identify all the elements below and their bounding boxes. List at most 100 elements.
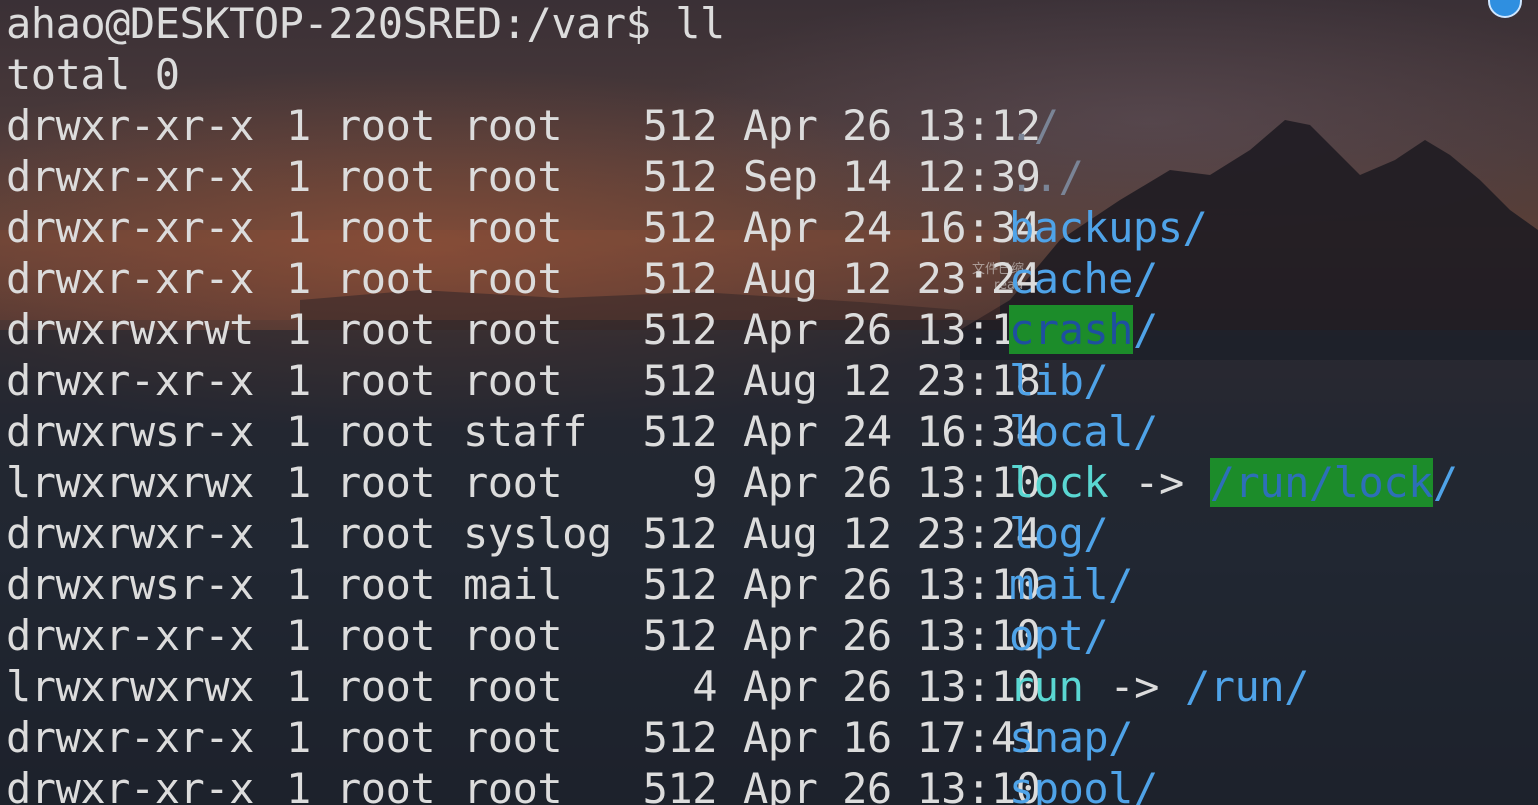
group: root [463, 764, 563, 805]
size: 4 [692, 662, 717, 711]
directory-name: opt [1009, 611, 1084, 660]
link-count: 1 [286, 662, 311, 711]
symlink-target: /run/lock [1209, 458, 1433, 507]
modified-date: Sep 14 12:39 [743, 152, 1041, 201]
permissions: drwxrwsr-x [6, 560, 254, 609]
permissions: drwxr-xr-x [6, 152, 254, 201]
modified-date: Apr 24 16:34 [743, 203, 1041, 252]
link-count: 1 [286, 203, 311, 252]
dir-suffix: / [1108, 713, 1133, 762]
dir-suffix: / [1432, 458, 1458, 507]
symlink-arrow: -> [1109, 662, 1159, 711]
owner: root [336, 203, 436, 252]
listing-row: drwxrwsr-x 1 root mail 512 Apr 26 13:10mail/ [6, 559, 1458, 610]
listing-row: lrwxrwxrwx 1 root root 4 Apr 26 13:10run -> /ru… [6, 661, 1458, 712]
permissions: drwxrwxrwt [6, 305, 254, 354]
symlink-name: lock [1009, 458, 1109, 507]
directory-name: mail [1009, 560, 1109, 609]
permissions: drwxr-xr-x [6, 611, 254, 660]
listing-row: drwxr-xr-x 1 root root 512 Apr 26 13:10opt/ [6, 610, 1458, 661]
permissions: lrwxrwxrwx [6, 662, 254, 711]
listing-row: lrwxrwxrwx 1 root root 9 Apr 26 13:10lock -> /r… [6, 457, 1458, 508]
group: mail [463, 560, 563, 609]
modified-date: Apr 24 16:34 [743, 407, 1041, 456]
modified-date: Apr 26 13:10 [743, 458, 1041, 507]
symlink-name: run [1009, 662, 1084, 711]
size: 512 [642, 713, 718, 762]
relative-path: ./ [1009, 101, 1059, 150]
group: root [463, 101, 563, 150]
listing-row: drwxr-xr-x 1 root root 512 Apr 26 13:10spool/ [6, 763, 1458, 805]
group: root [463, 611, 563, 660]
listing-row: drwxr-xr-x 1 root root 512 Apr 16 17:41snap/ [6, 712, 1458, 763]
total-count: total 0 [6, 50, 180, 99]
link-count: 1 [286, 611, 311, 660]
group: root [463, 356, 563, 405]
relative-path: ../ [1009, 152, 1084, 201]
permissions: drwxr-xr-x [6, 764, 254, 805]
owner: root [336, 509, 436, 558]
modified-date: Aug 12 23:24 [743, 254, 1041, 303]
modified-date: Apr 26 13:12 [743, 101, 1041, 150]
entry-name: lock -> /run/lock/ [1009, 457, 1458, 508]
size: 512 [642, 407, 718, 456]
group: staff [463, 407, 587, 456]
owner: root [336, 560, 436, 609]
group: root [463, 152, 563, 201]
permissions: lrwxrwxrwx [6, 458, 254, 507]
directory-name: log [1009, 509, 1084, 558]
size: 512 [642, 203, 718, 252]
link-count: 1 [286, 101, 311, 150]
modified-date: Aug 12 23:18 [743, 356, 1041, 405]
size: 512 [642, 152, 718, 201]
dir-suffix: / [1083, 611, 1109, 660]
dir-suffix: / [1132, 764, 1158, 805]
group: root [463, 662, 563, 711]
owner: root [336, 611, 436, 660]
group: root [463, 254, 563, 303]
permissions: drwxr-xr-x [6, 254, 254, 303]
prompt-line[interactable]: ahao@DESKTOP-220SRED:/var$ ll [6, 0, 1458, 49]
listing-row: drwxrwxr-x 1 root syslog 512 Aug 12 23:24log/ [6, 508, 1458, 559]
owner: root [336, 764, 436, 805]
entry-name: backups/ [1009, 202, 1208, 253]
link-count: 1 [286, 509, 311, 558]
permissions: drwxr-xr-x [6, 203, 254, 252]
link-count: 1 [286, 356, 311, 405]
owner: root [336, 458, 436, 507]
dir-suffix: / [1108, 560, 1133, 609]
permissions: drwxrwxr-x [6, 509, 254, 558]
permissions: drwxr-xr-x [6, 356, 254, 405]
total-line: total 0 [6, 49, 1458, 100]
directory-name: lib [1009, 356, 1084, 405]
listing-row: drwxr-xr-x 1 root root 512 Apr 26 13:12./ [6, 100, 1458, 151]
owner: root [336, 101, 436, 150]
link-count: 1 [286, 764, 311, 805]
link-count: 1 [286, 407, 311, 456]
modified-date: Apr 26 13:10 [743, 662, 1041, 711]
dir-suffix: / [1132, 407, 1158, 456]
link-count: 1 [286, 254, 311, 303]
directory-name: snap [1009, 713, 1109, 762]
terminal-output[interactable]: ahao@DESKTOP-220SRED:/var$ ll total 0 dr… [6, 0, 1458, 805]
owner: root [336, 254, 436, 303]
directory-name: backups [1009, 203, 1183, 252]
dir-suffix: / [1132, 254, 1158, 303]
directory-name: local [1009, 407, 1133, 456]
symlink-target: /run [1184, 662, 1285, 711]
entry-name: local/ [1009, 406, 1158, 457]
size: 512 [642, 560, 718, 609]
terminal-window[interactable]: 文件已缩 read ahao@DESKTOP-220SRED:/var$ ll … [0, 0, 1538, 805]
permissions: drwxr-xr-x [6, 713, 254, 762]
dir-suffix: / [1132, 305, 1158, 354]
directory-name: crash [1009, 305, 1133, 354]
entry-name: opt/ [1009, 610, 1109, 661]
group: root [463, 305, 563, 354]
dir-suffix: / [1083, 509, 1109, 558]
group: root [463, 713, 563, 762]
entry-name: ../ [1009, 151, 1084, 202]
directory-name: cache [1009, 254, 1133, 303]
size: 512 [642, 254, 718, 303]
owner: root [336, 407, 436, 456]
entry-name: log/ [1009, 508, 1109, 559]
